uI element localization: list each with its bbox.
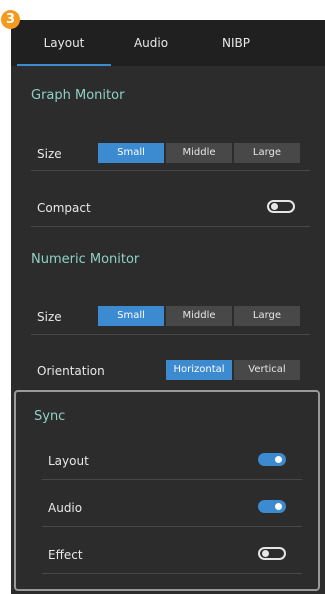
graph-monitor-title: Graph Monitor [31, 88, 125, 103]
graph-size-label: Size [37, 147, 62, 161]
graph-size-selector: Small Middle Large [98, 143, 300, 163]
sync-effect-label: Effect [48, 548, 83, 562]
sync-layout-toggle[interactable] [258, 453, 286, 466]
numeric-size-small-button[interactable]: Small [98, 306, 164, 326]
graph-size-large-button[interactable]: Large [234, 143, 300, 163]
tab-nibp[interactable]: NIBP [191, 20, 281, 66]
numeric-size-selector: Small Middle Large [98, 306, 300, 326]
numeric-size-label: Size [37, 310, 62, 324]
orientation-selector: Horizontal Vertical [166, 360, 300, 380]
toggle-knob [271, 203, 278, 210]
sync-group: Sync Layout Audio Effect [14, 390, 320, 591]
numeric-monitor-title: Numeric Monitor [31, 252, 140, 267]
sync-title: Sync [34, 409, 66, 424]
compact-toggle[interactable] [267, 200, 295, 213]
compact-label: Compact [37, 201, 91, 215]
active-tab-indicator [17, 64, 111, 66]
toggle-knob [275, 456, 282, 463]
sync-layout-label: Layout [48, 454, 89, 468]
orientation-label: Orientation [37, 364, 105, 378]
toggle-knob [275, 503, 282, 510]
numeric-size-middle-button[interactable]: Middle [166, 306, 232, 326]
divider [31, 226, 310, 227]
graph-size-small-button[interactable]: Small [98, 143, 164, 163]
divider [42, 526, 302, 527]
orientation-horizontal-button[interactable]: Horizontal [166, 360, 232, 380]
sync-audio-toggle[interactable] [258, 500, 286, 513]
orientation-vertical-button[interactable]: Vertical [234, 360, 300, 380]
graph-size-middle-button[interactable]: Middle [166, 143, 232, 163]
step-number-badge: 3 [1, 10, 20, 29]
numeric-size-large-button[interactable]: Large [234, 306, 300, 326]
tab-bar: Layout Audio NIBP [11, 20, 325, 66]
sync-effect-toggle[interactable] [258, 547, 286, 560]
tab-layout[interactable]: Layout [17, 20, 111, 66]
toggle-knob [262, 550, 269, 557]
divider [31, 170, 310, 171]
divider [31, 334, 310, 335]
settings-panel: Layout Audio NIBP Graph Monitor Size Sma… [11, 20, 325, 594]
sync-audio-label: Audio [48, 501, 83, 515]
divider [42, 573, 302, 574]
divider [42, 479, 302, 480]
tab-audio[interactable]: Audio [111, 20, 191, 66]
